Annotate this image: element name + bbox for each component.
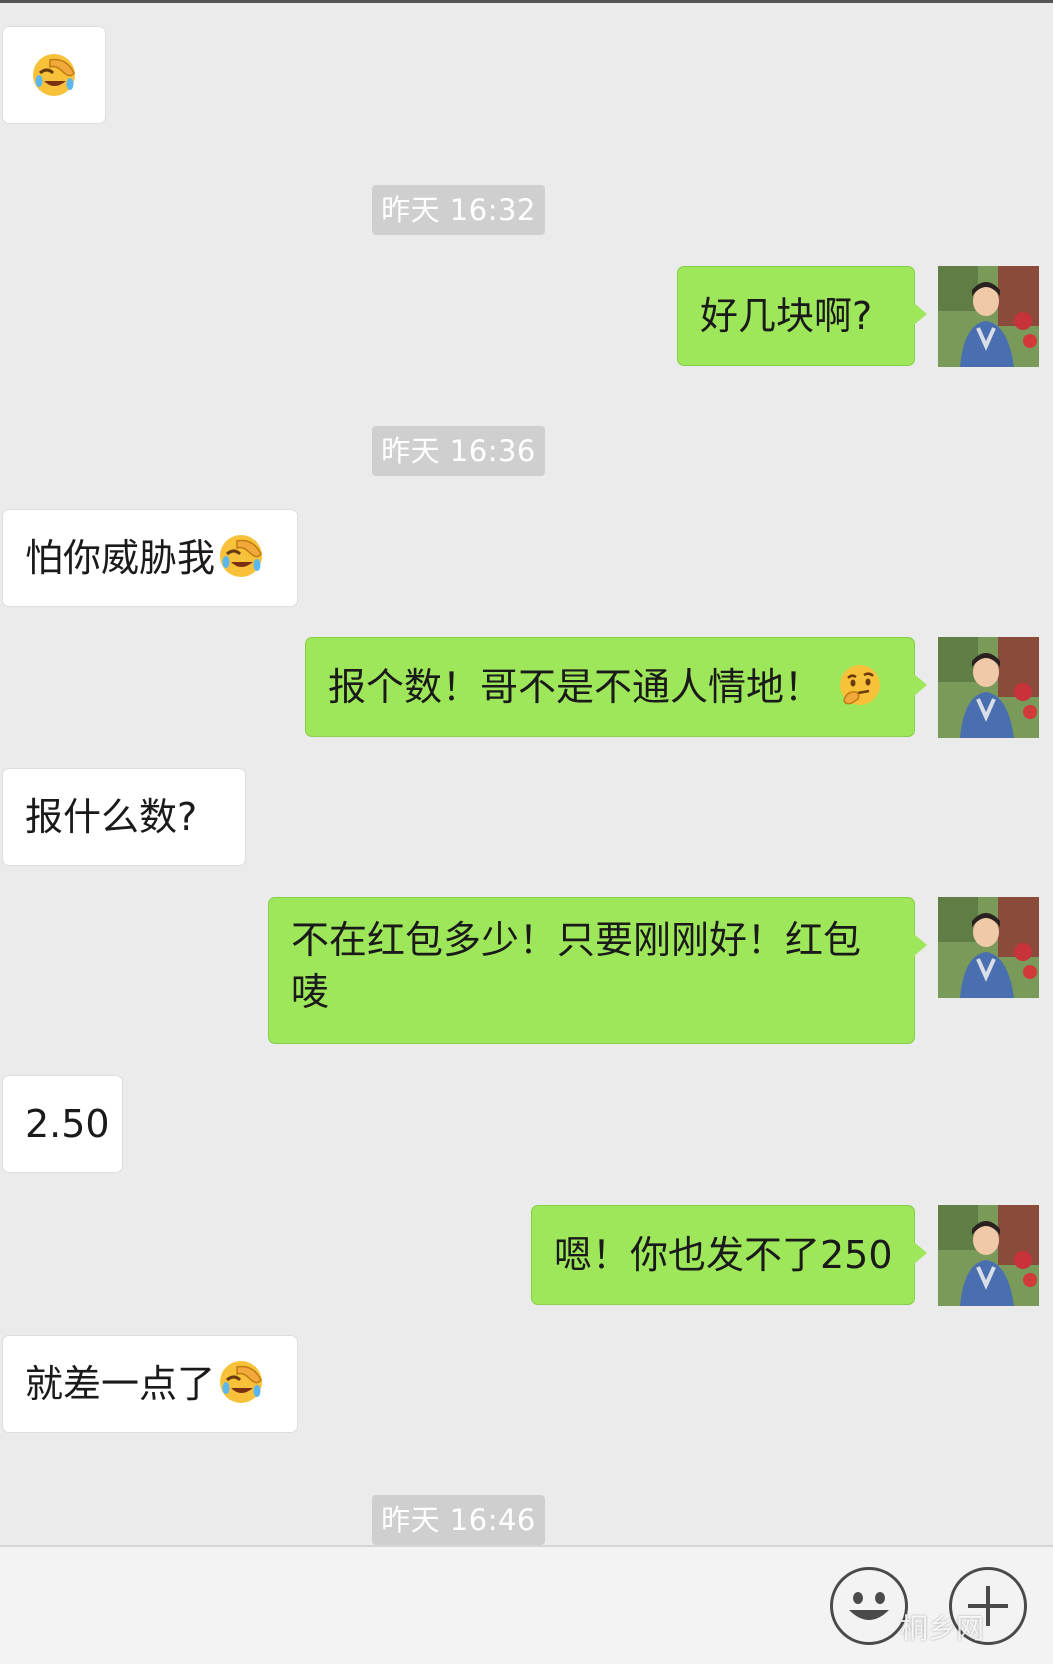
avatar-photo-icon — [938, 637, 1039, 738]
timestamp-label: 昨天 16:32 — [372, 185, 545, 235]
message-text: 报个数！哥不是不通人情地！ — [328, 665, 823, 709]
emoji-button[interactable] — [830, 1567, 908, 1645]
message-text: 报什么数? — [25, 795, 198, 839]
avatar-photo-icon — [938, 897, 1039, 998]
sent-message-bubble[interactable]: 不在红包多少！只要刚刚好！红包唛 — [268, 897, 927, 1044]
user-avatar[interactable] — [938, 897, 1039, 998]
avatar-photo-icon — [938, 266, 1039, 367]
received-message-bubble[interactable]: 就差一点了 — [2, 1335, 298, 1433]
sent-message-bubble[interactable]: 好几块啊? — [677, 266, 927, 366]
sent-message-bubble[interactable]: 报个数！哥不是不通人情地！ — [305, 637, 927, 737]
watermark-logo: 桐乡网 — [900, 1612, 985, 1645]
message-text: 好几块啊? — [700, 294, 873, 338]
thinking-face-emoji-icon — [840, 665, 881, 705]
facepalm-laugh-emoji-icon — [33, 54, 75, 96]
message-text: 怕你威胁我 — [25, 536, 216, 580]
top-divider — [0, 0, 1053, 3]
received-message-bubble[interactable]: 2.50 — [2, 1075, 123, 1173]
timestamp-label: 昨天 16:36 — [372, 426, 545, 476]
message-text: 不在红包多少！只要刚刚好！红包唛 — [291, 918, 862, 1014]
message-text: 嗯！你也发不了250 — [554, 1233, 893, 1277]
sent-message-bubble[interactable]: 嗯！你也发不了250 — [531, 1205, 927, 1305]
user-avatar[interactable] — [938, 1205, 1039, 1306]
chat-screen: 昨天 16:32 好几块啊? 昨天 16:36 怕你威胁我 报个数！哥不是不通人… — [0, 0, 1053, 1664]
message-text: 2.50 — [25, 1102, 110, 1146]
user-avatar[interactable] — [938, 637, 1039, 738]
timestamp-label: 昨天 16:46 — [372, 1495, 545, 1545]
smiley-face-icon — [849, 1592, 889, 1620]
avatar-photo-icon — [938, 1205, 1039, 1306]
facepalm-laugh-emoji-icon — [220, 535, 263, 577]
received-message-bubble[interactable]: 怕你威胁我 — [2, 509, 298, 607]
message-text: 就差一点了 — [25, 1362, 216, 1406]
received-message-bubble[interactable] — [2, 26, 106, 124]
user-avatar[interactable] — [938, 266, 1039, 367]
facepalm-laugh-emoji-icon — [220, 1361, 263, 1403]
received-message-bubble[interactable]: 报什么数? — [2, 768, 246, 866]
input-toolbar: 桐乡网 — [0, 1545, 1053, 1664]
